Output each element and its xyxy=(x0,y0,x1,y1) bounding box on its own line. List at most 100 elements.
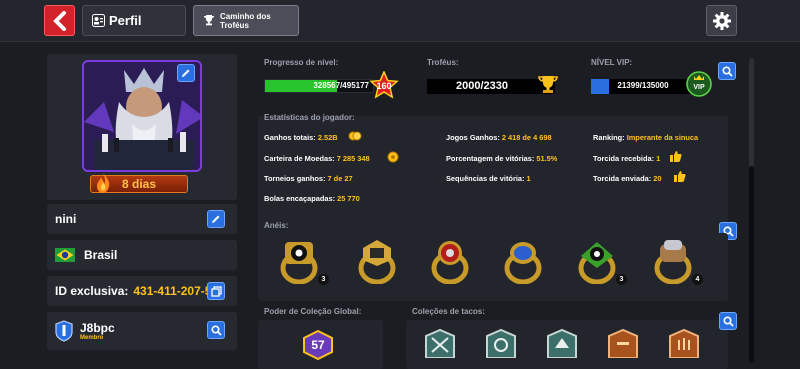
trophy-icon xyxy=(204,15,214,26)
cheers-received: Torcida recebida: 1 xyxy=(593,154,660,163)
win-percentage-label: Porcentagem de vitórias: xyxy=(446,154,535,163)
coin-icon xyxy=(387,151,399,163)
level-number: 160 xyxy=(376,81,392,91)
pencil-icon xyxy=(212,215,220,223)
tab-profile[interactable]: Perfil xyxy=(82,5,186,36)
club-role: Membro xyxy=(80,335,104,341)
cheers-received-value: 1 xyxy=(656,154,661,163)
ring-count: 3 xyxy=(318,274,329,285)
streak-days-text: 8 dias xyxy=(121,177,157,191)
ring-count: 4 xyxy=(692,274,703,285)
gold-trophy-icon xyxy=(538,76,558,93)
cue-collection-badge-icon[interactable] xyxy=(605,328,641,358)
champion-ring-icon xyxy=(358,240,396,285)
pencil-icon xyxy=(182,69,190,77)
thumbs-up-icon xyxy=(674,171,686,182)
username-row: nini xyxy=(47,204,237,234)
edit-avatar-button[interactable] xyxy=(177,64,195,82)
cue-collection-badge-icon[interactable] xyxy=(544,328,580,358)
coins-icon xyxy=(348,131,362,141)
tab-profile-label: Perfil xyxy=(109,13,142,28)
games-won: Jogos Ganhos: 2 418 de 4 698 xyxy=(446,133,552,142)
cue-collection-badge-icon[interactable] xyxy=(483,328,519,358)
edit-name-button[interactable] xyxy=(207,210,225,228)
ranking: Ranking: Imperante da sinuca xyxy=(593,133,698,142)
coin-wallet-value: 7 285 348 xyxy=(336,154,370,163)
cue-collections-search-button[interactable] xyxy=(719,312,737,330)
settings-button[interactable] xyxy=(706,5,737,36)
scrollbar-thumb[interactable] xyxy=(749,166,754,363)
global-collection-power-label: Poder de Coleção Global: xyxy=(264,307,362,316)
thumbs-up-icon xyxy=(670,151,682,162)
exclusive-id-row: ID exclusiva: 431-411-207-5 xyxy=(47,276,237,306)
ring-item[interactable] xyxy=(503,238,543,289)
stats-panel: Progresso de nível: 328567/495177 160 Tr… xyxy=(255,52,745,369)
svg-text:VIP: VIP xyxy=(693,84,705,91)
balls-potted-value: 25 770 xyxy=(337,194,360,203)
trophies-text: 2000/2330 xyxy=(456,80,508,92)
club-shield-icon xyxy=(55,320,73,342)
username: nini xyxy=(55,212,77,226)
win-percentage-value: 51.5% xyxy=(536,154,558,163)
level-badge: 160 xyxy=(369,70,399,104)
club-search-button[interactable] xyxy=(207,321,225,339)
games-won-value: 2 418 de 4 698 xyxy=(501,133,552,142)
level-progress-bar: 328567/495177 xyxy=(264,79,374,93)
gear-icon xyxy=(712,11,731,30)
brazil-flag-icon xyxy=(55,248,75,262)
country-row: Brasil xyxy=(47,240,237,270)
tab-trophy-road-label: Caminho dos Troféus xyxy=(220,11,271,30)
ring-item[interactable]: 3 xyxy=(577,238,627,289)
silver-ring-icon xyxy=(654,240,692,285)
exclusive-id-label: ID exclusiva: xyxy=(55,284,129,298)
search-icon xyxy=(722,315,734,327)
copy-id-button[interactable] xyxy=(207,282,225,300)
win-streak-value: 1 xyxy=(526,174,531,183)
vip-search-button[interactable] xyxy=(718,62,736,80)
trophies-box: 2000/2330 xyxy=(427,79,555,94)
cue-collection-badge-icon[interactable] xyxy=(666,328,702,358)
cheers-received-label: Torcida recebida: xyxy=(593,154,655,163)
total-winnings: Ganhos totais: 2.52B xyxy=(264,133,338,142)
country-name: Brasil xyxy=(84,248,118,262)
ring-item[interactable]: 4 xyxy=(653,238,703,289)
total-winnings-value: 2.52B xyxy=(317,133,338,142)
vip-level-label: NÍVEL VIP: xyxy=(591,58,633,67)
win-streak-label: Sequências de vitória: xyxy=(446,174,525,183)
rings-label: Anéis: xyxy=(264,221,289,230)
blue-gem-ring-icon xyxy=(504,242,542,285)
tab-trophy-road[interactable]: Caminho dos Troféus xyxy=(193,5,299,36)
tournaments-won-label: Torneios ganhos: xyxy=(264,174,326,183)
games-won-label: Jogos Ganhos: xyxy=(446,133,500,142)
back-button[interactable] xyxy=(44,5,75,36)
cheers-sent-label: Torcida enviada: xyxy=(593,174,652,183)
ring-item[interactable]: 3 xyxy=(279,238,329,289)
trophies-label: Troféus: xyxy=(427,58,459,67)
ring-item[interactable] xyxy=(430,238,470,289)
player-stats-label: Estatísticas do jogador: xyxy=(264,113,355,122)
collection-power-badge: 57 xyxy=(302,329,334,361)
cue-collection-badge-icon[interactable] xyxy=(422,328,458,358)
vip-badge-icon: VIP xyxy=(686,71,712,97)
tournaments-won: Torneios ganhos: 7 de 27 xyxy=(264,174,353,183)
collection-power-value: 57 xyxy=(311,338,325,352)
club-row: J8bpc Membro xyxy=(47,312,237,350)
search-icon xyxy=(210,324,222,336)
ranking-label: Ranking: xyxy=(593,133,625,142)
red-gem-ring-icon xyxy=(431,241,469,285)
profile-card-icon xyxy=(92,14,105,27)
search-icon xyxy=(721,65,733,77)
tournaments-won-value: 7 de 27 xyxy=(327,174,353,183)
exclusive-id-value: 431-411-207-5 xyxy=(133,284,212,298)
balls-potted-label: Bolas encaçapadas: xyxy=(264,194,336,203)
green-eight-ball-ring-icon xyxy=(578,242,616,285)
balls-potted: Bolas encaçapadas: 25 770 xyxy=(264,194,360,203)
total-winnings-label: Ganhos totais: xyxy=(264,133,316,142)
ring-item[interactable] xyxy=(357,238,397,289)
copy-icon xyxy=(210,285,222,297)
chevron-left-icon xyxy=(52,10,66,31)
flame-icon xyxy=(97,173,110,193)
ring-count: 3 xyxy=(616,274,627,285)
level-progress-label: Progresso de nível: xyxy=(264,58,339,67)
win-streak: Sequências de vitória: 1 xyxy=(446,174,531,183)
